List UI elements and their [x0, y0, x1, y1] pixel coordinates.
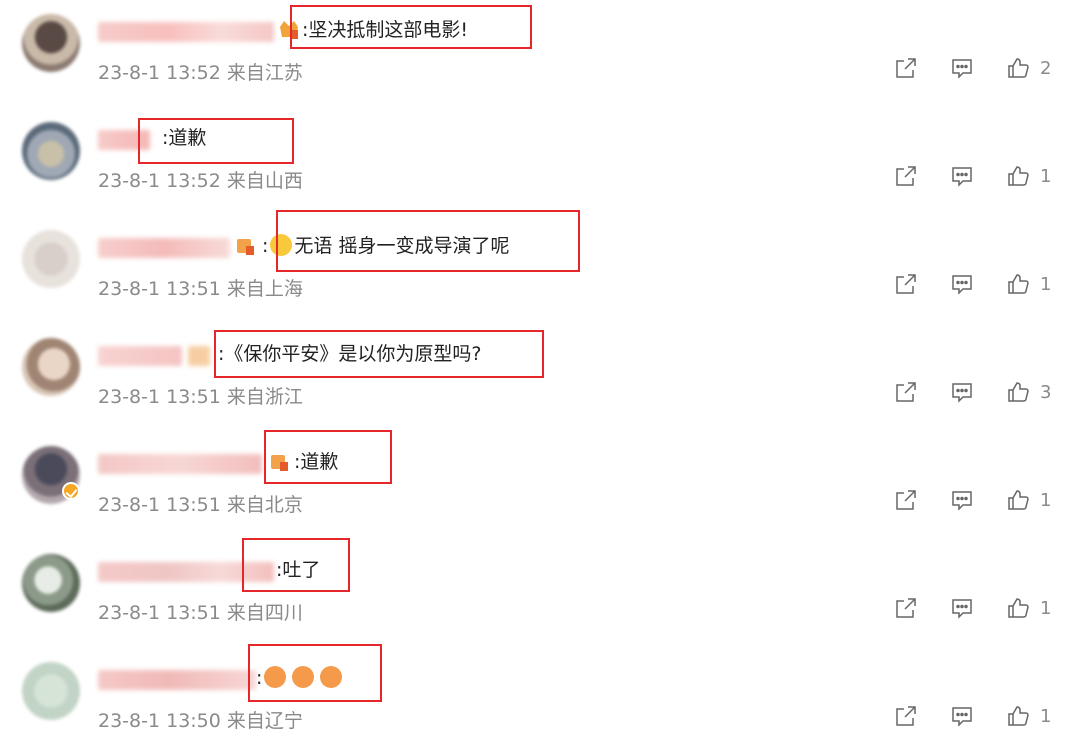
username-blurred-part [188, 346, 210, 366]
username-blurred[interactable] [98, 454, 262, 474]
comment-meta: 23-8-1 13:52 来自江苏 [98, 58, 303, 85]
avatar[interactable] [22, 14, 80, 72]
comment-icon[interactable] [950, 272, 974, 296]
thumbs-up-icon[interactable] [1006, 596, 1030, 620]
highlight-box [276, 210, 580, 272]
username-blurred[interactable] [98, 238, 230, 258]
comment-meta: 23-8-1 13:52 来自山西 [98, 166, 303, 193]
avatar[interactable] [22, 122, 80, 180]
comment-icon[interactable] [950, 488, 974, 512]
share-icon[interactable] [894, 704, 918, 728]
avatar[interactable] [22, 662, 80, 720]
highlight-box [214, 330, 544, 378]
highlight-box [242, 538, 350, 592]
like-count: 1 [1040, 274, 1052, 295]
highlight-box [290, 5, 532, 49]
comment-icon[interactable] [950, 596, 974, 620]
verified-badge-icon [62, 482, 80, 500]
comment-time: 23-8-1 13:52 [98, 62, 221, 84]
comment-item: :吐了 23-8-1 13:51 来自四川 1 [0, 538, 1080, 648]
share-icon[interactable] [894, 272, 918, 296]
comment-meta: 23-8-1 13:51 来自上海 [98, 274, 303, 301]
username-blurred[interactable] [98, 346, 182, 366]
comment-item: : 无语 摇身一变成导演了呢 23-8-1 13:51 来自上海 1 [0, 210, 1080, 324]
comment-icon[interactable] [950, 164, 974, 188]
comment-location: 来自四川 [226, 602, 303, 624]
like-count: 1 [1040, 598, 1052, 619]
comment-item: :道歉 23-8-1 13:52 来自山西 1 [0, 108, 1080, 216]
comment-time: 23-8-1 13:50 [98, 710, 221, 732]
comment-time: 23-8-1 13:51 [98, 602, 221, 624]
share-icon[interactable] [894, 380, 918, 404]
highlight-box [138, 118, 294, 164]
comment-location: 来自江苏 [226, 62, 303, 84]
share-icon[interactable] [894, 596, 918, 620]
comment-meta: 23-8-1 13:51 来自四川 [98, 598, 303, 625]
like-count: 1 [1040, 166, 1052, 187]
share-icon[interactable] [894, 488, 918, 512]
highlight-box [264, 430, 392, 484]
comment-location: 来自上海 [226, 278, 303, 300]
comment-meta: 23-8-1 13:50 来自辽宁 [98, 706, 303, 733]
comment-item: :道歉 23-8-1 13:51 来自北京 1 [0, 430, 1080, 540]
comment-icon[interactable] [950, 704, 974, 728]
comment-meta: 23-8-1 13:51 来自浙江 [98, 382, 303, 409]
share-icon[interactable] [894, 56, 918, 80]
comment-location: 来自北京 [226, 494, 303, 516]
comment-location: 来自浙江 [226, 386, 303, 408]
thumbs-up-icon[interactable] [1006, 704, 1030, 728]
thumbs-up-icon[interactable] [1006, 164, 1030, 188]
comment-item: : 23-8-1 13:50 来自辽宁 1 [0, 644, 1080, 756]
comment-time: 23-8-1 13:51 [98, 386, 221, 408]
comment-location: 来自山西 [226, 170, 303, 192]
like-count: 2 [1040, 58, 1052, 79]
comment-time: 23-8-1 13:52 [98, 170, 221, 192]
comment-icon[interactable] [950, 380, 974, 404]
level-badge-icon [237, 239, 254, 255]
comment-icon[interactable] [950, 56, 974, 80]
thumbs-up-icon[interactable] [1006, 380, 1030, 404]
share-icon[interactable] [894, 164, 918, 188]
comment-item: :坚决抵制这部电影! 23-8-1 13:52 来自江苏 2 [0, 0, 1080, 108]
like-count: 3 [1040, 382, 1052, 403]
comment-time: 23-8-1 13:51 [98, 494, 221, 516]
avatar[interactable] [22, 554, 80, 612]
thumbs-up-icon[interactable] [1006, 488, 1030, 512]
comment-time: 23-8-1 13:51 [98, 278, 221, 300]
avatar[interactable] [22, 230, 80, 288]
like-count: 1 [1040, 490, 1052, 511]
comment-location: 来自辽宁 [226, 710, 303, 732]
username-blurred[interactable] [98, 22, 274, 42]
avatar[interactable] [22, 338, 80, 396]
username-blurred[interactable] [98, 670, 256, 690]
thumbs-up-icon[interactable] [1006, 56, 1030, 80]
thumbs-up-icon[interactable] [1006, 272, 1030, 296]
like-count: 1 [1040, 706, 1052, 727]
highlight-box [248, 644, 382, 702]
comment-item: :《保你平安》是以你为原型吗? 23-8-1 13:51 来自浙江 3 [0, 324, 1080, 432]
comment-meta: 23-8-1 13:51 来自北京 [98, 490, 303, 517]
